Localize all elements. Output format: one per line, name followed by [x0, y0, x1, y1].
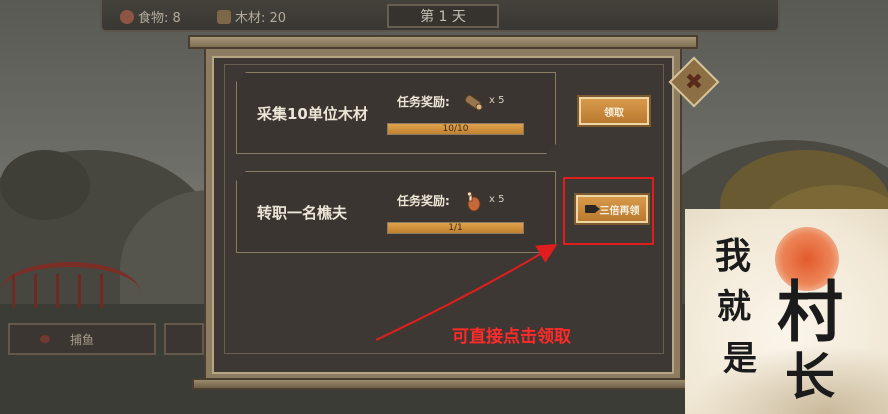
hint-text: 可直接点击领取 [452, 327, 571, 347]
highlight-box [563, 177, 654, 245]
progress-bar: 1/1 [387, 222, 524, 234]
reward-label: 任务奖励: [397, 194, 450, 208]
task-title: 转职一名樵夫 [257, 203, 348, 222]
fish-icon [40, 335, 50, 343]
food-icon [120, 9, 134, 24]
tree [0, 150, 90, 220]
fishing-label: 捕鱼 [69, 332, 94, 347]
task-card: 采集10单位木材 任务奖励: x 5 10/10 [236, 72, 556, 154]
progress-bar: 10/10 [387, 123, 524, 135]
scroll-top-bar [188, 35, 698, 49]
wood-icon [217, 9, 231, 24]
logo-char: 就 [717, 287, 751, 327]
day-indicator: 第 1 天 [387, 4, 499, 28]
background-button[interactable] [164, 323, 204, 355]
close-icon[interactable]: ✖ [678, 66, 710, 98]
food-counter: 食物: 8 [120, 7, 181, 26]
claim-button[interactable]: 领取 [577, 95, 651, 127]
meat-drumstick-icon [462, 191, 484, 217]
reward-label: 任务奖励: [397, 95, 450, 109]
wood-label: 木材: 20 [235, 11, 287, 26]
reward-count: x 5 [489, 95, 505, 106]
food-label: 食物: 8 [138, 11, 181, 26]
red-bridge [0, 262, 140, 322]
scroll-bottom-bar [192, 378, 694, 390]
claim-label: 领取 [604, 107, 624, 119]
fishing-button[interactable]: 捕鱼 [8, 323, 156, 355]
task-title: 采集10单位木材 [257, 104, 368, 123]
logo-char: 长 [785, 347, 835, 406]
wood-log-icon [462, 92, 484, 116]
wood-counter: 木材: 20 [217, 7, 286, 26]
game-logo: 我 就 是 村 长 [685, 209, 888, 414]
reward-count: x 5 [489, 194, 505, 205]
top-hud: 食物: 8 木材: 20 第 1 天 [100, 0, 780, 32]
logo-char: 是 [723, 339, 757, 379]
logo-char: 我 [715, 235, 752, 277]
progress-text: 10/10 [442, 124, 469, 134]
progress-text: 1/1 [448, 223, 463, 233]
